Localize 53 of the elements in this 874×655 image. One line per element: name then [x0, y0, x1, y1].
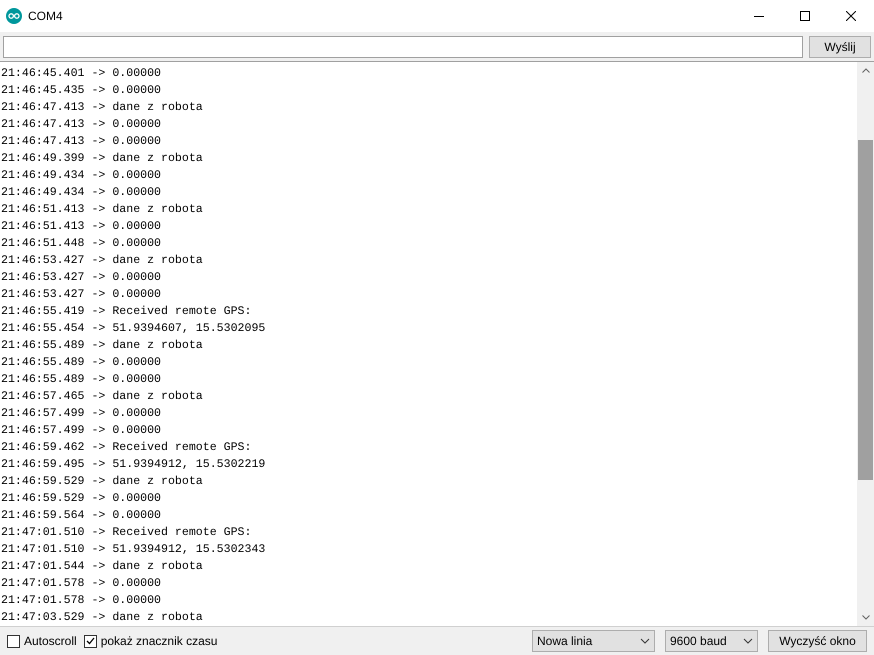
scroll-down-icon	[862, 615, 870, 620]
log-line: 21:46:59.564 -> 0.00000	[0, 508, 162, 524]
log-line: 21:46:59.495 -> 51.9394912, 15.5302219	[0, 457, 266, 473]
maximize-icon	[800, 11, 810, 21]
log-line: 21:46:53.427 -> 0.00000	[0, 287, 162, 303]
log-line: 21:46:55.489 -> 0.00000	[0, 355, 162, 371]
scroll-up-icon	[862, 68, 870, 73]
log-line: 21:46:57.499 -> 0.00000	[0, 406, 162, 422]
infinity-logo-icon	[6, 8, 22, 24]
log-line: 21:46:47.413 -> 0.00000	[0, 117, 162, 133]
scrollbar-thumb[interactable]	[858, 140, 873, 480]
checkbox[interactable]	[7, 634, 20, 648]
check-icon	[86, 637, 95, 645]
log-line: 21:46:53.427 -> 0.00000	[0, 270, 162, 286]
chevron-down-icon	[640, 638, 650, 644]
log-line: 21:46:59.529 -> 0.00000	[0, 491, 162, 507]
log-line: 21:46:57.499 -> 0.00000	[0, 423, 162, 439]
log-line: 21:46:49.399 -> dane z robota	[0, 151, 203, 167]
log-line: 21:47:01.510 -> 51.9394912, 15.5302343	[0, 542, 266, 558]
log-line: 21:46:55.419 -> Received remote GPS:	[0, 304, 252, 320]
line-ending-dropdown[interactable]: Nowa linia	[532, 630, 655, 652]
log-line: 21:47:01.544 -> dane z robota	[0, 559, 203, 575]
log-line: 21:46:59.462 -> Received remote GPS:	[0, 440, 252, 456]
close-icon	[846, 11, 856, 21]
log-line: 21:46:49.434 -> 0.00000	[0, 185, 162, 201]
clear-button[interactable]: Wyczyść okno	[768, 630, 867, 652]
log-line: 21:46:47.413 -> dane z robota	[0, 100, 203, 116]
log-line: 21:46:49.434 -> 0.00000	[0, 168, 162, 184]
checkbox-option[interactable]: Autoscroll	[7, 632, 77, 650]
log-line: 21:46:45.401 -> 0.00000	[0, 66, 162, 82]
log-line: 21:47:01.578 -> 0.00000	[0, 576, 162, 592]
log-line: 21:46:55.489 -> 0.00000	[0, 372, 162, 388]
log-line: 21:46:51.448 -> 0.00000	[0, 236, 162, 252]
log-line: 21:46:57.465 -> dane z robota	[0, 389, 203, 405]
log-line: 21:46:51.413 -> dane z robota	[0, 202, 203, 218]
log-line: 21:47:03.529 -> dane z robota	[0, 610, 203, 626]
baud-dropdown[interactable]: 9600 baud	[665, 630, 758, 652]
log-line: 21:46:55.489 -> dane z robota	[0, 338, 203, 354]
log-line: 21:47:01.578 -> 0.00000	[0, 593, 162, 609]
log-line: 21:47:01.510 -> Received remote GPS:	[0, 525, 252, 541]
scrollbar[interactable]	[857, 62, 874, 626]
chevron-down-icon	[743, 638, 753, 644]
log-line: 21:46:59.529 -> dane z robota	[0, 474, 203, 490]
log-line: 21:46:45.435 -> 0.00000	[0, 83, 162, 99]
message-input[interactable]	[3, 36, 803, 58]
checkbox[interactable]	[84, 634, 97, 648]
checkbox-option[interactable]: pokaż znacznik czasu	[84, 632, 218, 650]
window-title: COM4	[28, 8, 63, 25]
send-button[interactable]: Wyślij	[809, 36, 871, 58]
log-line: 21:46:51.413 -> 0.00000	[0, 219, 162, 235]
log-line: 21:46:55.454 -> 51.9394607, 15.5302095	[0, 321, 266, 337]
log-line: 21:46:53.427 -> dane z robota	[0, 253, 203, 269]
log-line: 21:46:47.413 -> 0.00000	[0, 134, 162, 150]
